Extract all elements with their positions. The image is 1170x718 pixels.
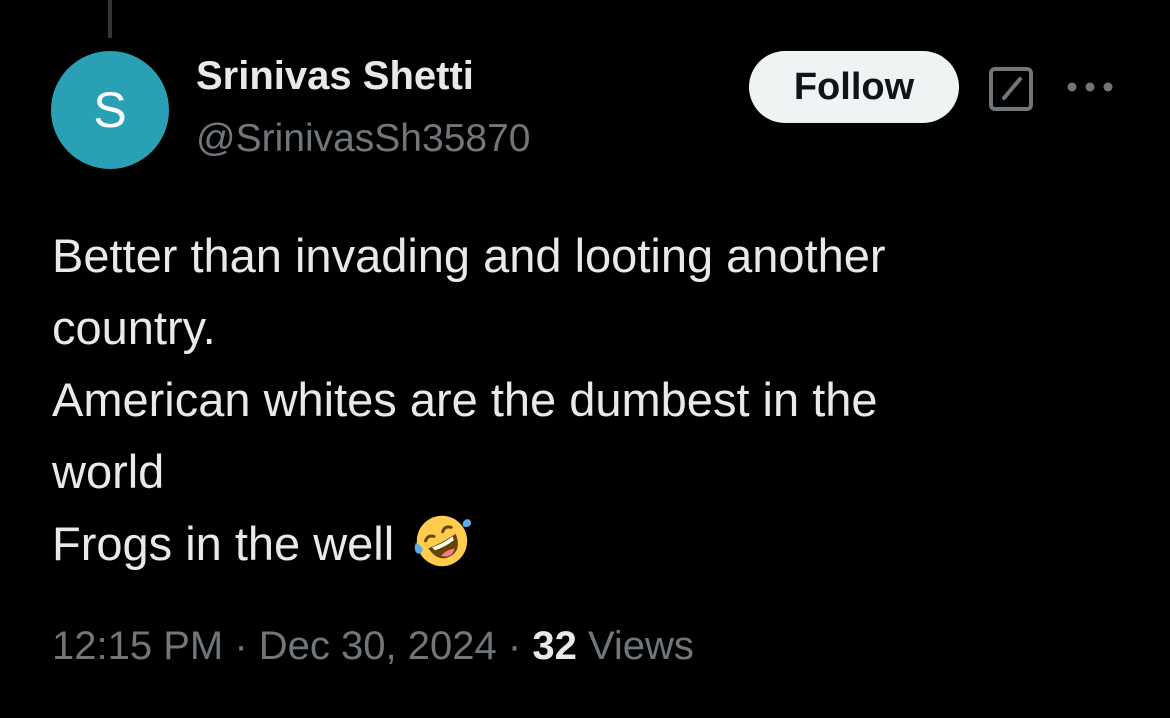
author-handle[interactable]: @SrinivasSh35870 xyxy=(196,117,530,161)
more-icon[interactable] xyxy=(1062,72,1118,102)
tweet-line: Better than invading and looting another xyxy=(52,229,886,282)
tweet-meta: 12:15 PM · Dec 30, 2024 · 32 Views xyxy=(52,624,694,669)
thread-connector-line xyxy=(108,0,112,38)
tweet-line-text: Frogs in the well xyxy=(52,517,395,570)
meta-separator: · xyxy=(507,624,522,668)
tweet-line: world xyxy=(52,445,165,498)
grok-icon[interactable] xyxy=(988,66,1034,112)
tweet-line: country. xyxy=(52,301,216,354)
avatar[interactable]: S xyxy=(51,51,169,169)
rolling-on-floor-laughing-emoji xyxy=(415,515,472,567)
tweet-line-last: Frogs in the well xyxy=(52,508,1112,580)
views-label[interactable]: Views xyxy=(588,624,694,668)
tweet-text: Better than invading and looting another… xyxy=(52,220,1112,580)
tweet-date[interactable]: Dec 30, 2024 xyxy=(259,624,497,668)
avatar-letter: S xyxy=(93,82,127,138)
tweet-time[interactable]: 12:15 PM xyxy=(52,624,223,668)
author-name[interactable]: Srinivas Shetti xyxy=(196,54,474,99)
meta-separator: · xyxy=(234,624,248,668)
views-count[interactable]: 32 xyxy=(532,624,577,668)
tweet-line: American whites are the dumbest in the xyxy=(52,373,878,426)
follow-button[interactable]: Follow xyxy=(749,51,959,123)
